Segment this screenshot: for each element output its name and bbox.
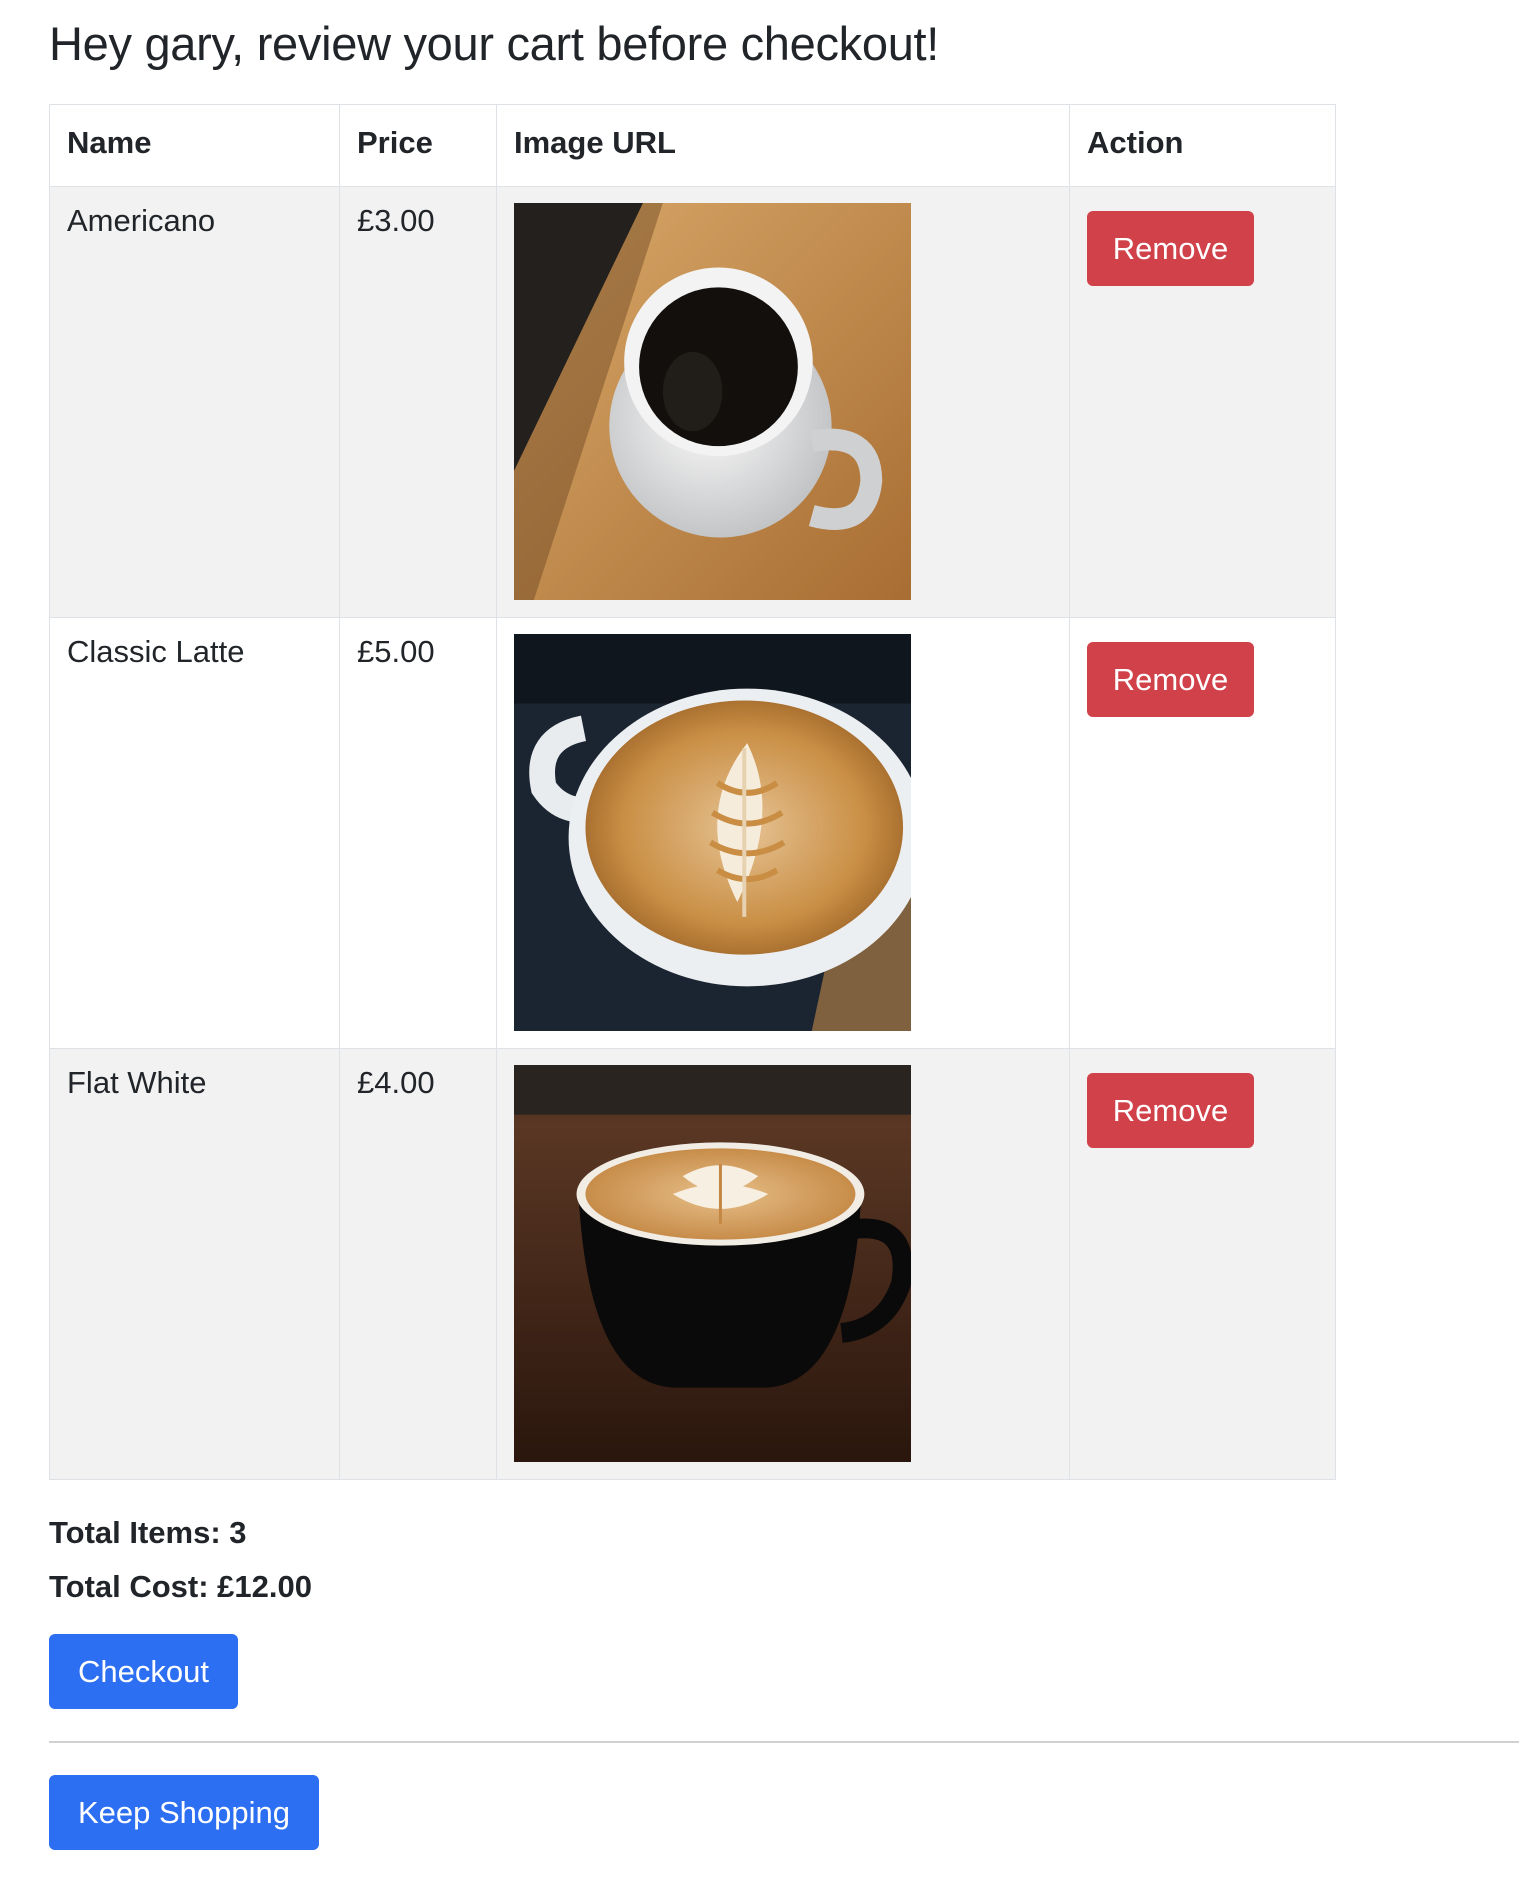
page-title: Hey gary, review your cart before checko… — [49, 17, 940, 70]
item-price: £4.00 — [339, 1048, 497, 1480]
table-row: Flat White £4.00 Remove — [49, 1048, 1336, 1480]
cart-table: Name Price Image URL Action Americano £3… — [49, 104, 1336, 1480]
total-items: Total Items: 3 — [49, 1515, 247, 1550]
total-cost: Total Cost: £12.00 — [49, 1569, 313, 1604]
item-action-cell: Remove — [1069, 1048, 1336, 1480]
item-price: £3.00 — [339, 186, 497, 618]
checkout-button[interactable]: Checkout — [49, 1634, 238, 1709]
column-header-name: Name — [49, 104, 340, 187]
item-name: Americano — [49, 186, 340, 618]
item-image-cell — [496, 617, 1070, 1049]
column-header-action: Action — [1069, 104, 1336, 187]
cart-page: Hey gary, review your cart before checko… — [49, 0, 1519, 1850]
item-name: Flat White — [49, 1048, 340, 1480]
remove-button[interactable]: Remove — [1087, 642, 1254, 717]
table-row: Classic Latte £5.00 Remove — [49, 617, 1336, 1049]
table-header-row: Name Price Image URL Action — [49, 104, 1336, 187]
item-image-cell — [496, 186, 1070, 618]
item-action-cell: Remove — [1069, 186, 1336, 618]
americano-photo — [514, 203, 911, 600]
item-price: £5.00 — [339, 617, 497, 1049]
item-image-cell — [496, 1048, 1070, 1480]
keep-shopping-button[interactable]: Keep Shopping — [49, 1775, 319, 1850]
cart-summary: Total Items: 3 Total Cost: £12.00 — [49, 1506, 312, 1614]
divider — [49, 1741, 1519, 1743]
remove-button[interactable]: Remove — [1087, 1073, 1254, 1148]
item-action-cell: Remove — [1069, 617, 1336, 1049]
column-header-price: Price — [339, 104, 497, 187]
table-row: Americano £3.00 Remove — [49, 186, 1336, 618]
column-header-image-url: Image URL — [496, 104, 1070, 187]
flat-white-photo — [514, 1065, 911, 1462]
remove-button[interactable]: Remove — [1087, 211, 1254, 286]
latte-photo — [514, 634, 911, 1031]
item-name: Classic Latte — [49, 617, 340, 1049]
